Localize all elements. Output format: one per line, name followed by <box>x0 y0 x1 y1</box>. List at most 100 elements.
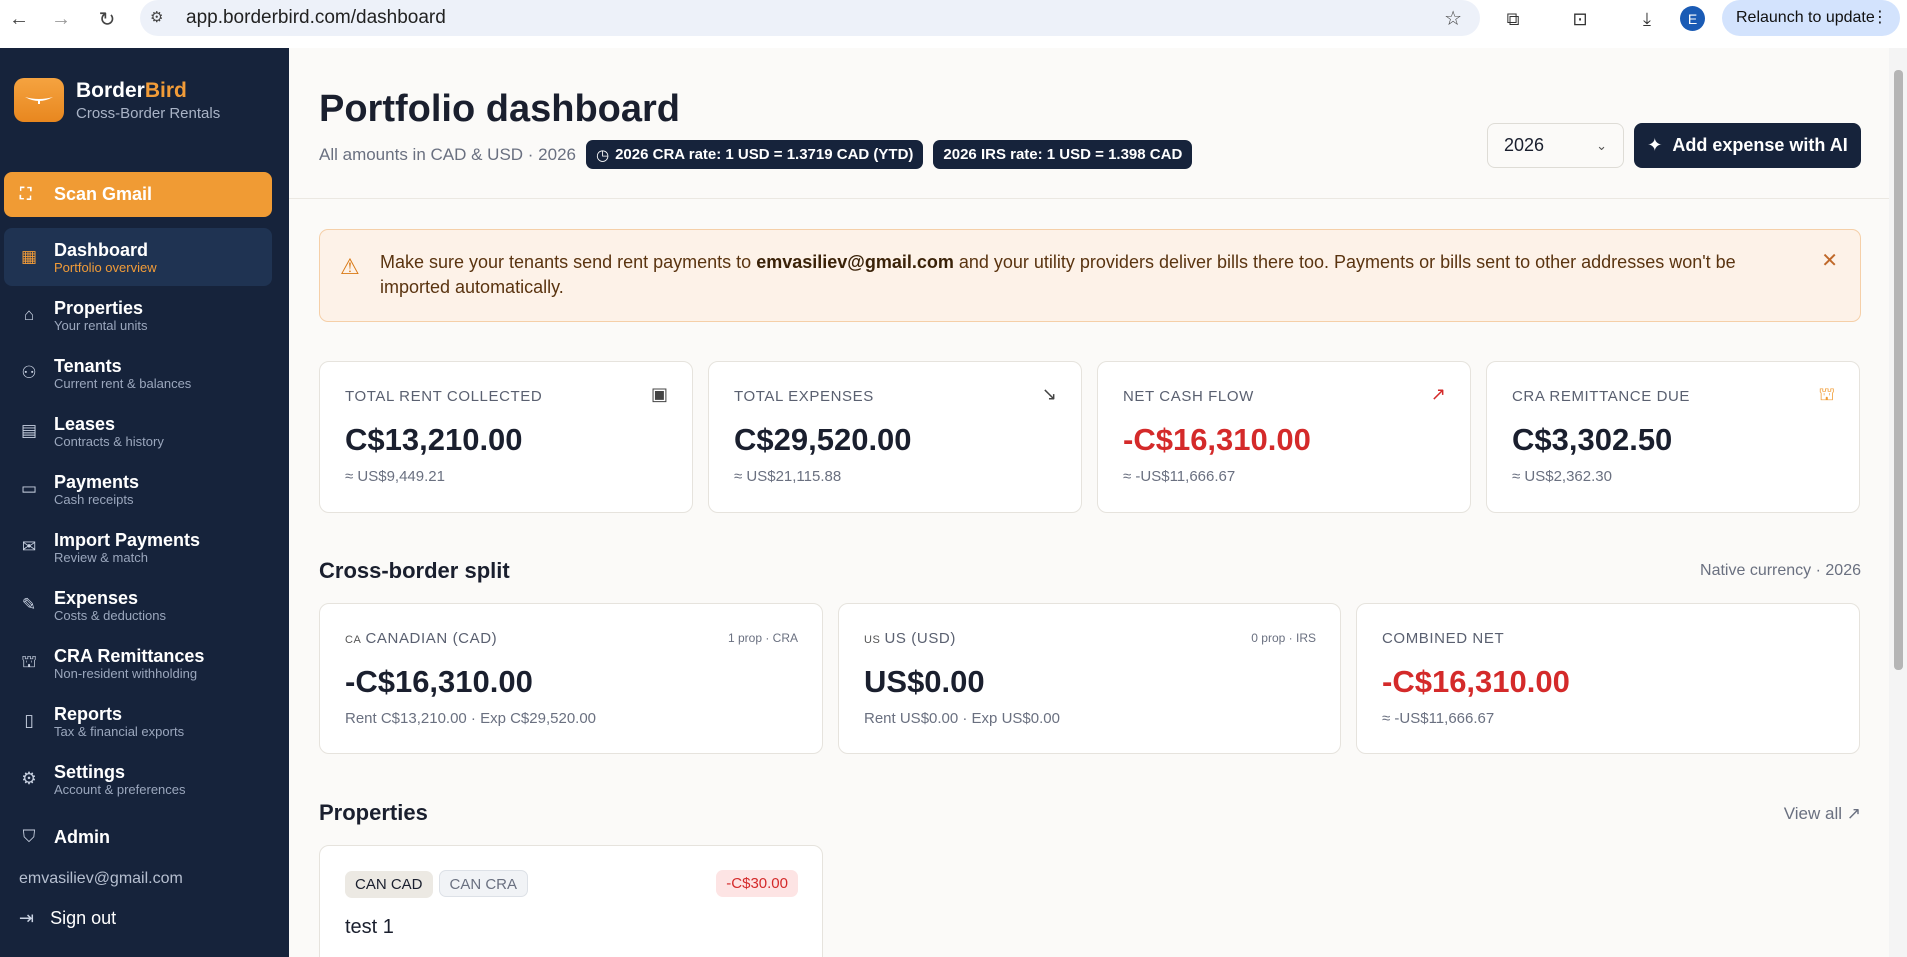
extensions-icon[interactable]: ⧉ <box>1500 6 1526 32</box>
forward-icon[interactable]: → <box>44 2 78 36</box>
bank-icon: ⛫ <box>1818 384 1835 404</box>
currency-badge: CAN CAD <box>345 871 433 898</box>
split-section-meta: Native currency · 2026 <box>1700 562 1861 579</box>
sidebar-item-sub: Non-resident withholding <box>54 665 198 681</box>
shield-icon: ⛉ <box>22 827 36 846</box>
wrench-icon: ✎ <box>21 595 37 614</box>
sidebar-item-properties[interactable]: ⌂ Properties Your rental units <box>4 286 272 344</box>
sidebar-item-leases[interactable]: ▤ Leases Contracts & history <box>4 402 272 460</box>
stat-label: TOTAL EXPENSES <box>734 388 874 405</box>
sign-out-button[interactable]: ⇥ Sign out <box>19 908 116 929</box>
irs-rate-badge: 2026 IRS rate: 1 USD = 1.398 CAD <box>933 140 1193 169</box>
sidebar-item-label: Dashboard <box>54 239 149 260</box>
sidebar-item-sub: Current rent & balances <box>54 375 192 391</box>
stat-card-net-cash-flow: NET CASH FLOW ↗ -C$16,310.00 ≈ -US$11,66… <box>1097 361 1471 513</box>
sidebar-item-reports[interactable]: ▯ Reports Tax & financial exports <box>4 692 272 750</box>
sidebar-item-label: Import Payments <box>54 529 201 550</box>
split-label: COMBINED NET <box>1382 630 1505 647</box>
browser-toolbar: ← → ↻ ⚙ app.borderbird.com/dashboard ☆ ⧉… <box>0 0 1907 48</box>
reload-icon[interactable]: ↻ <box>90 2 124 36</box>
sidebar-item-sub: Portfolio overview <box>54 259 157 275</box>
stat-value: C$3,302.50 <box>1512 422 1673 457</box>
sidebar: BorderBird Cross-Border Rentals ⛶ Scan G… <box>0 48 289 957</box>
relaunch-button[interactable]: Relaunch to update ⋮ <box>1722 0 1900 36</box>
cra-rate-badge: ◷ 2026 CRA rate: 1 USD = 1.3719 CAD (YTD) <box>586 140 924 169</box>
sidebar-item-dashboard[interactable]: ▦ Dashboard Portfolio overview <box>4 228 272 286</box>
property-name: test 1 <box>345 916 394 938</box>
menu-dots-icon[interactable]: ⋮ <box>1872 7 1888 27</box>
split-meta: 1 prop · CRA <box>727 631 798 645</box>
sidebar-item-label: Reports <box>54 703 123 724</box>
relaunch-label: Relaunch to update <box>1736 9 1875 26</box>
logout-icon: ⇥ <box>19 908 35 928</box>
alert-email: emvasiliev@gmail.com <box>756 252 954 272</box>
header-subtitle-row: All amounts in CAD & USD · 2026 ◷ 2026 CR… <box>319 140 1202 169</box>
stat-sub: ≈ -US$11,666.67 <box>1123 468 1236 485</box>
close-icon[interactable]: ✕ <box>1821 248 1838 273</box>
sidebar-item-import-payments[interactable]: ✉ Import Payments Review & match <box>4 518 272 576</box>
scrollbar-thumb[interactable] <box>1894 70 1903 670</box>
split-value: US$0.00 <box>864 664 985 699</box>
split-value: -C$16,310.00 <box>1382 664 1570 699</box>
split-card-combined: COMBINED NET -C$16,310.00 ≈ -US$11,666.6… <box>1356 603 1860 754</box>
split-sub: Rent US$0.00 · Exp US$0.00 <box>864 710 1060 727</box>
url-text: app.borderbird.com/dashboard <box>186 7 446 28</box>
sidebar-item-tenants[interactable]: ⚇ Tenants Current rent & balances <box>4 344 272 402</box>
wallet-icon: ▣ <box>650 384 668 404</box>
profile-avatar[interactable]: E <box>1680 6 1705 31</box>
split-section-title: Cross-border split <box>319 558 510 583</box>
trending-down-icon: ↘ <box>1041 384 1057 404</box>
sidebar-item-label: Leases <box>54 413 116 434</box>
sidebar-item-sub: Account & preferences <box>54 781 186 797</box>
users-icon: ⚇ <box>21 363 37 382</box>
stat-value: C$13,210.00 <box>345 422 523 457</box>
header-divider <box>289 198 1889 199</box>
main-content: Portfolio dashboard All amounts in CAD &… <box>289 48 1889 957</box>
sidebar-item-label: Admin <box>54 827 110 847</box>
scan-icon: ⛶ <box>20 185 32 203</box>
stat-value: C$29,520.00 <box>734 422 912 457</box>
scroll-icon: ▤ <box>20 421 38 440</box>
site-info-icon[interactable]: ⚙ <box>150 8 163 26</box>
sidebar-item-admin[interactable]: ⛉ Admin <box>4 808 272 866</box>
stat-sub: ≈ US$9,449.21 <box>345 468 445 485</box>
page-scrollbar[interactable] <box>1889 48 1907 957</box>
page-subtitle: All amounts in CAD & USD · 2026 <box>319 144 576 164</box>
sidebar-item-label: Expenses <box>54 587 139 608</box>
add-expense-ai-button[interactable]: ✦ Add expense with AI <box>1634 123 1861 168</box>
sidebar-item-payments[interactable]: ▭ Payments Cash receipts <box>4 460 272 518</box>
brand-name: BorderBird <box>76 78 187 102</box>
credit-card-icon: ▭ <box>20 479 38 498</box>
brand-tagline: Cross-Border Rentals <box>76 104 221 122</box>
tab-search-icon[interactable]: ⊡ <box>1567 6 1593 32</box>
stat-sub: ≈ US$2,362.30 <box>1512 468 1612 485</box>
file-icon: ▯ <box>24 711 34 730</box>
stat-card-expenses: TOTAL EXPENSES ↘ C$29,520.00 ≈ US$21,115… <box>708 361 1082 513</box>
year-value: 2026 <box>1504 135 1545 155</box>
split-label: US US (USD) <box>864 630 956 647</box>
download-icon[interactable]: ⤓ <box>1634 6 1660 32</box>
alert-text: Make sure your tenants send rent payment… <box>380 252 1736 297</box>
scan-gmail-button[interactable]: ⛶ Scan Gmail <box>4 172 272 217</box>
bookmark-star-icon[interactable]: ☆ <box>1444 6 1462 31</box>
brand[interactable]: BorderBird Cross-Border Rentals <box>14 78 220 122</box>
split-label: CA CANADIAN (CAD) <box>345 630 498 647</box>
view-all-link[interactable]: View all ↗ <box>1784 804 1861 824</box>
warning-icon: ⚠ <box>340 254 360 279</box>
user-email: emvasiliev@gmail.com <box>19 870 183 887</box>
sidebar-item-settings[interactable]: ⚙ Settings Account & preferences <box>4 750 272 808</box>
back-icon[interactable]: ← <box>2 2 36 36</box>
sidebar-item-sub: Your rental units <box>54 317 148 333</box>
address-bar[interactable]: ⚙ app.borderbird.com/dashboard ☆ <box>140 0 1480 36</box>
stat-label: TOTAL RENT COLLECTED <box>345 388 543 405</box>
authority-badge: CAN CRA <box>438 870 529 897</box>
sidebar-item-label: Settings <box>54 761 126 782</box>
stat-sub: ≈ US$21,115.88 <box>734 468 842 485</box>
year-select[interactable]: 2026 ⌄ <box>1487 123 1624 168</box>
split-sub: Rent C$13,210.00 · Exp C$29,520.00 <box>345 710 597 727</box>
sidebar-item-cra-remittances[interactable]: ⛫ CRA Remittances Non-resident withholdin… <box>4 634 272 692</box>
property-card[interactable]: CAN CAD CAN CRA -C$30.00 test 1 <box>319 845 823 957</box>
sidebar-item-expenses[interactable]: ✎ Expenses Costs & deductions <box>4 576 272 634</box>
home-icon: ⌂ <box>23 305 35 324</box>
sidebar-nav: ▦ Dashboard Portfolio overview ⌂ Properti… <box>4 228 272 866</box>
